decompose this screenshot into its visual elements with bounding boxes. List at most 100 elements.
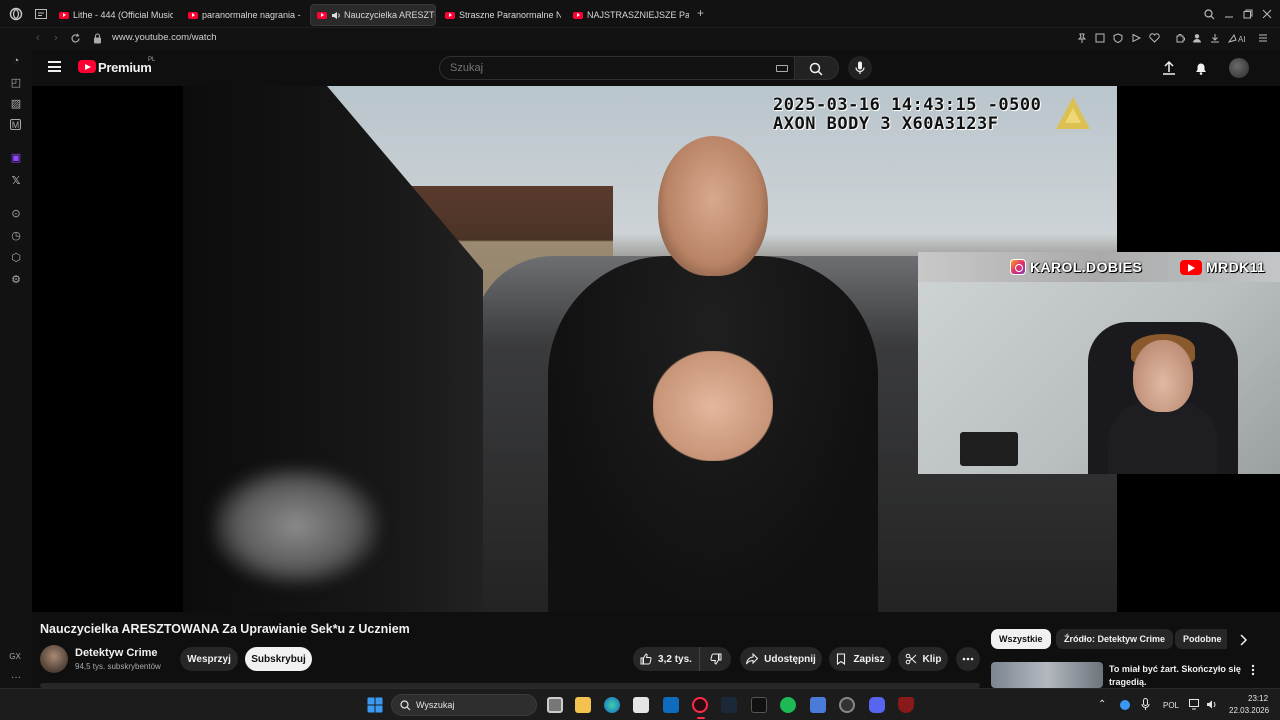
twitch-icon[interactable]: ▣ <box>9 151 23 165</box>
taskbar-search[interactable]: Wyszukaj <box>391 694 537 716</box>
tray-chevron-up-icon[interactable]: ⌃ <box>1098 699 1106 710</box>
search-tabs-icon[interactable] <box>1204 9 1215 20</box>
gx-corner-icon[interactable]: ◰ <box>9 76 23 90</box>
clock-date[interactable]: 22.03.2026 <box>1229 706 1269 715</box>
lock-icon[interactable] <box>93 33 102 44</box>
clock-time[interactable]: 23:12 <box>1248 694 1268 703</box>
messenger-icon[interactable]: M <box>10 119 21 130</box>
recommendation-title[interactable]: To miał być żart. Skończyło się tragedią… <box>1109 663 1244 689</box>
reload-icon[interactable] <box>70 33 81 44</box>
tab-nauczycielka-active[interactable]: Nauczycielka ARESZTO <box>310 4 436 26</box>
shield-app-icon[interactable] <box>898 697 914 713</box>
snapshot-icon[interactable] <box>1095 33 1105 43</box>
youtube-header: Premium PL <box>32 50 1280 86</box>
like-button[interactable]: 3,2 tys. <box>633 647 699 671</box>
dislike-button[interactable] <box>699 647 731 671</box>
save-button[interactable]: Zapisz <box>829 647 891 671</box>
restore-icon[interactable] <box>1243 9 1253 19</box>
more-actions-button[interactable] <box>956 647 980 671</box>
hamburger-menu-icon[interactable] <box>48 61 61 72</box>
video-player[interactable]: 2025-03-16 14:43:15 -0500 AXON BODY 3 X6… <box>32 86 1280 612</box>
steam-icon[interactable] <box>721 697 737 713</box>
history-icon[interactable]: ◷ <box>9 229 23 243</box>
download-icon[interactable] <box>1210 33 1220 43</box>
upload-icon[interactable] <box>1161 60 1177 76</box>
windows-start-icon[interactable] <box>367 697 383 713</box>
app-icon[interactable] <box>810 697 826 713</box>
pin-icon[interactable] <box>1077 33 1087 44</box>
microsoft-store-icon[interactable] <box>633 697 649 713</box>
instagram-icon <box>1010 259 1026 275</box>
chip-all[interactable]: Wszystkie <box>991 629 1051 649</box>
obs-studio-icon[interactable] <box>839 697 855 713</box>
keyboard-icon[interactable] <box>776 65 788 72</box>
url-field[interactable]: www.youtube.com/watch <box>112 32 217 43</box>
discord-icon[interactable] <box>869 697 885 713</box>
tray-cloud-icon[interactable] <box>1120 700 1130 710</box>
back-arrow-icon[interactable]: ‹ <box>36 32 40 44</box>
aria-ai-icon[interactable]: AI <box>1228 33 1248 44</box>
channel-name[interactable]: Detektyw Crime <box>75 647 158 659</box>
spotify-icon[interactable] <box>780 697 796 713</box>
extensions-icon[interactable] <box>1175 33 1185 43</box>
edge-browser-icon[interactable] <box>604 697 620 713</box>
adblock-icon[interactable] <box>1113 33 1123 43</box>
extensions-sidebar-icon[interactable]: ⬡ <box>9 251 23 265</box>
tab-paranormalne[interactable]: paranormalne nagrania - Y <box>182 4 302 26</box>
file-explorer-icon[interactable] <box>575 697 591 713</box>
sidebar-more-icon[interactable]: ··· <box>9 671 23 685</box>
opera-gx-taskbar-icon[interactable] <box>692 697 708 713</box>
x-twitter-icon[interactable]: 𝕏 <box>9 174 23 188</box>
recommendation-more-icon[interactable] <box>1251 664 1255 676</box>
capcut-icon[interactable] <box>751 697 767 713</box>
notifications-bell-icon[interactable] <box>1193 60 1209 76</box>
player-sidebar-icon[interactable]: ⊙ <box>9 207 23 221</box>
close-window-icon[interactable] <box>1262 9 1272 19</box>
share-label: Udostępnij <box>764 653 816 665</box>
tray-microphone-icon[interactable] <box>1141 698 1150 711</box>
easy-setup-menu-icon[interactable] <box>1258 33 1268 43</box>
youtube-premium-logo-text[interactable]: Premium <box>98 60 152 75</box>
bodycam-timestamp: 2025-03-16 14:43:15 -0500 AXON BODY 3 X6… <box>773 95 1042 134</box>
network-icon[interactable] <box>1189 699 1201 710</box>
account-avatar[interactable] <box>1229 58 1249 78</box>
youtube-logo-icon[interactable] <box>78 60 96 73</box>
tab-najstraszniejsze[interactable]: NAJSTRASZNIEJSZE Paran <box>567 4 689 26</box>
task-view-icon[interactable] <box>547 697 563 713</box>
chevron-right-icon[interactable] <box>1238 634 1248 646</box>
volume-icon[interactable] <box>1206 699 1218 710</box>
search-input[interactable] <box>450 62 750 74</box>
tab-label: NAJSTRASZNIEJSZE Paran <box>587 10 689 20</box>
support-button[interactable]: Wesprzyj <box>180 647 238 671</box>
tab-lithe[interactable]: Lithe - 444 (Official Music <box>53 4 173 26</box>
active-app-indicator <box>697 717 705 719</box>
video-title: Nauczycielka ARESZTOWANA Za Uprawianie S… <box>40 622 410 636</box>
settings-gear-icon[interactable]: ⚙ <box>9 273 23 287</box>
opera-gx-logo-icon[interactable] <box>9 7 23 21</box>
gx-label[interactable]: GX <box>8 650 22 664</box>
profile-icon[interactable] <box>1192 33 1202 43</box>
clip-button[interactable]: Klip <box>898 647 948 671</box>
chip-source[interactable]: Źródło: Detektyw Crime <box>1056 629 1174 649</box>
new-tab-button[interactable]: + <box>697 7 704 19</box>
recommendation-thumbnail[interactable] <box>991 662 1103 688</box>
subscribe-button[interactable]: Subskrybuj <box>245 647 312 671</box>
player-icon[interactable] <box>1131 33 1141 43</box>
chip-similar[interactable]: Podobne <box>1175 629 1227 649</box>
voice-search-button[interactable] <box>848 56 872 80</box>
outlook-icon[interactable] <box>663 697 679 713</box>
instagram-handle: KAROL.DOBIES <box>1030 259 1143 275</box>
heart-icon[interactable] <box>1149 33 1160 43</box>
tab-straszne[interactable]: Straszne Paranormalne Na <box>439 4 561 26</box>
channel-avatar[interactable] <box>40 645 68 673</box>
search-button[interactable] <box>795 56 839 80</box>
gx-control-icon[interactable]: ◔ <box>9 54 23 68</box>
minimize-icon[interactable] <box>1224 9 1234 19</box>
share-button[interactable]: Udostępnij <box>740 647 822 671</box>
forward-arrow-icon[interactable]: › <box>54 32 58 44</box>
speaker-icon[interactable] <box>331 11 341 20</box>
gx-cleaner-icon[interactable]: ▨ <box>9 97 23 111</box>
tab-overview-icon[interactable] <box>35 9 47 19</box>
browser-tab-bar: Lithe - 444 (Official Music paranormalne… <box>0 0 1280 28</box>
input-language[interactable]: POL <box>1163 701 1179 710</box>
